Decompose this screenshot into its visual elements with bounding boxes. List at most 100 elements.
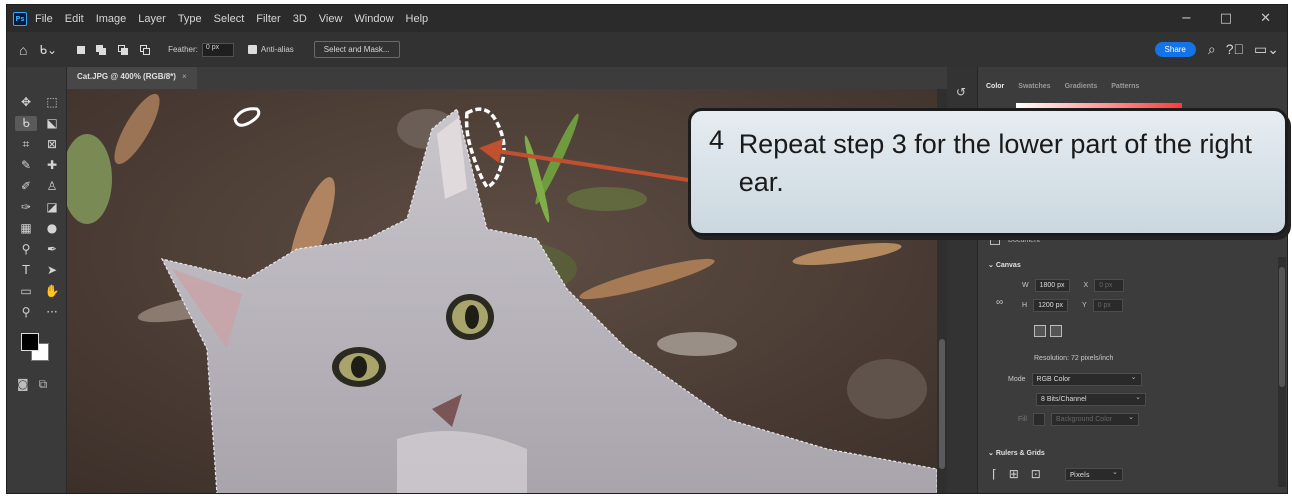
options-bar: ⌂ ᑲ⌄ Feather: 0 px Anti-alias Select and… (7, 32, 1287, 67)
menu-help[interactable]: Help (406, 13, 429, 25)
tools-panel: ✥ ⬚ ᑲ ⬕ ⌗ ⊠ ✎ ✚ ✐ ♙ ✑ ◪ ▦ ● ⚲ ✒ T ➤ ▭ ✋ … (7, 67, 67, 493)
gradient-tool-icon[interactable]: ▦ (15, 221, 37, 236)
width-label: W (1022, 282, 1029, 289)
brush-tool-icon[interactable]: ✐ (15, 179, 37, 194)
hand-tool-icon[interactable]: ✋ (41, 284, 63, 299)
menu-file[interactable]: File (35, 13, 53, 25)
document-row: Document (990, 235, 1040, 245)
tab-swatches[interactable]: Swatches (1018, 83, 1050, 90)
dodge-tool-icon[interactable]: ⚲ (15, 242, 37, 257)
lasso-tool-icon[interactable]: ᑲ (15, 116, 37, 131)
subtract-selection-icon[interactable] (118, 44, 129, 55)
quick-mask-icon[interactable]: ◙ (17, 377, 29, 392)
tab-patterns[interactable]: Patterns (1111, 83, 1139, 90)
ruler-icon[interactable]: ⌈ (992, 467, 997, 481)
photoshop-window: Ps File Edit Image Layer Type Select Fil… (6, 4, 1288, 494)
fill-label: Fill (1018, 416, 1027, 423)
mode-label: Mode (1008, 376, 1026, 383)
instruction-callout: 4 Repeat step 3 for the lower part of th… (688, 108, 1288, 236)
width-field-row: W 1800 px X 0 px (1022, 279, 1125, 292)
y-input[interactable]: 0 px (1092, 299, 1123, 312)
zoom-tool-icon[interactable]: ⚲ (15, 305, 37, 320)
more-tools-icon[interactable]: ··· (41, 305, 63, 320)
clone-stamp-icon[interactable]: ♙ (41, 179, 63, 194)
feather-input[interactable]: 0 px (201, 42, 234, 57)
home-icon[interactable]: ⌂ (19, 42, 27, 58)
menu-layer[interactable]: Layer (138, 13, 166, 25)
menu-type[interactable]: Type (178, 13, 202, 25)
help-icon[interactable]: ?⃝ (1226, 41, 1244, 58)
eyedropper-tool-icon[interactable]: ✎ (15, 158, 37, 173)
tab-gradients[interactable]: Gradients (1065, 83, 1098, 90)
search-icon[interactable]: ⌕ (1208, 41, 1216, 58)
pen-tool-icon[interactable]: ✒ (41, 242, 63, 257)
rectangle-tool-icon[interactable]: ▭ (15, 284, 37, 299)
healing-brush-icon[interactable]: ✚ (41, 158, 63, 173)
menu-window[interactable]: Window (354, 13, 393, 25)
resolution-text: Resolution: 72 pixels/inch (1034, 355, 1114, 362)
fill-swatch[interactable] (1032, 413, 1045, 426)
document-tab-bar: Cat.JPG @ 400% (RGB/8*) × (67, 67, 951, 89)
minimize-icon[interactable]: − (1181, 11, 1192, 26)
lasso-tool-preset-icon[interactable]: ᑲ⌄ (39, 43, 57, 57)
height-input[interactable]: 1200 px (1033, 299, 1068, 312)
menu-3d[interactable]: 3D (293, 13, 307, 25)
new-selection-icon[interactable] (77, 45, 86, 54)
share-button[interactable]: Share (1154, 42, 1196, 57)
guides-icon[interactable]: ⊡ (1031, 467, 1041, 481)
x-label: X (1083, 282, 1089, 289)
fill-row: Fill Background Color (1018, 413, 1139, 426)
x-input[interactable]: 0 px (1094, 279, 1125, 292)
eraser-tool-icon[interactable]: ◪ (41, 200, 63, 215)
bits-row: 8 Bits/Channel (1036, 393, 1146, 406)
units-select[interactable]: Pixels (1064, 467, 1123, 481)
type-tool-icon[interactable]: T (15, 263, 37, 278)
object-select-tool-icon[interactable]: ⬕ (41, 116, 63, 131)
link-icon[interactable]: ∞ (996, 297, 1003, 308)
canvas-section-header[interactable]: ⌄ Canvas (988, 261, 1021, 269)
menu-edit[interactable]: Edit (65, 13, 84, 25)
anti-alias-label: Anti-alias (260, 45, 294, 54)
history-brush-icon[interactable]: ✑ (15, 200, 37, 215)
tab-color[interactable]: Color (986, 83, 1004, 90)
menu-image[interactable]: Image (96, 13, 127, 25)
path-select-icon[interactable]: ➤ (41, 263, 63, 278)
rulers-grids-header[interactable]: ⌄ Rulers & Grids (988, 449, 1045, 457)
menu-filter[interactable]: Filter (256, 13, 280, 25)
anti-alias-checkbox[interactable] (247, 45, 257, 54)
document-tab[interactable]: Cat.JPG @ 400% (RGB/8*) × (67, 67, 197, 89)
add-selection-icon[interactable] (96, 44, 107, 55)
crop-tool-icon[interactable]: ⌗ (15, 137, 37, 152)
width-input[interactable]: 1800 px (1034, 279, 1070, 292)
menu-bar: Ps File Edit Image Layer Type Select Fil… (7, 5, 1287, 32)
history-panel-icon[interactable]: ↺ (956, 85, 977, 99)
height-field-row: H 1200 px Y 0 px (1022, 299, 1123, 312)
panel-scrollbar[interactable] (1278, 257, 1286, 487)
menu-view[interactable]: View (319, 13, 343, 25)
step-number: 4 (709, 125, 725, 155)
fill-select[interactable]: Background Color (1050, 413, 1139, 426)
mode-select[interactable]: RGB Color (1031, 373, 1142, 386)
screen-mode-icon[interactable]: ⧉ (39, 377, 48, 392)
rulers-grids-label: Rulers & Grids (995, 450, 1045, 457)
select-and-mask-button[interactable]: Select and Mask... (313, 41, 400, 58)
height-label: H (1022, 302, 1028, 309)
document-label: Document (1008, 236, 1040, 244)
maximize-icon[interactable]: □ (1220, 11, 1232, 26)
frame-tool-icon[interactable]: ⊠ (41, 137, 63, 152)
photoshop-logo-icon: Ps (13, 11, 27, 26)
move-tool-icon[interactable]: ✥ (15, 95, 37, 110)
intersect-selection-icon[interactable] (140, 44, 151, 55)
workspace-icon[interactable]: ▭⌄ (1254, 41, 1279, 58)
grid-icon[interactable]: ⊞ (1009, 467, 1019, 481)
marquee-tool-icon[interactable]: ⬚ (41, 95, 63, 110)
menu-select[interactable]: Select (214, 13, 245, 25)
feather-label: Feather: (168, 45, 198, 54)
bits-select[interactable]: 8 Bits/Channel (1036, 393, 1146, 406)
blur-tool-icon[interactable]: ● (41, 221, 63, 236)
foreground-color-swatch[interactable] (21, 333, 39, 351)
close-icon[interactable]: ✕ (1260, 11, 1271, 26)
portrait-icon[interactable] (1034, 325, 1046, 337)
close-tab-icon[interactable]: × (182, 72, 187, 81)
landscape-icon[interactable] (1050, 325, 1062, 337)
